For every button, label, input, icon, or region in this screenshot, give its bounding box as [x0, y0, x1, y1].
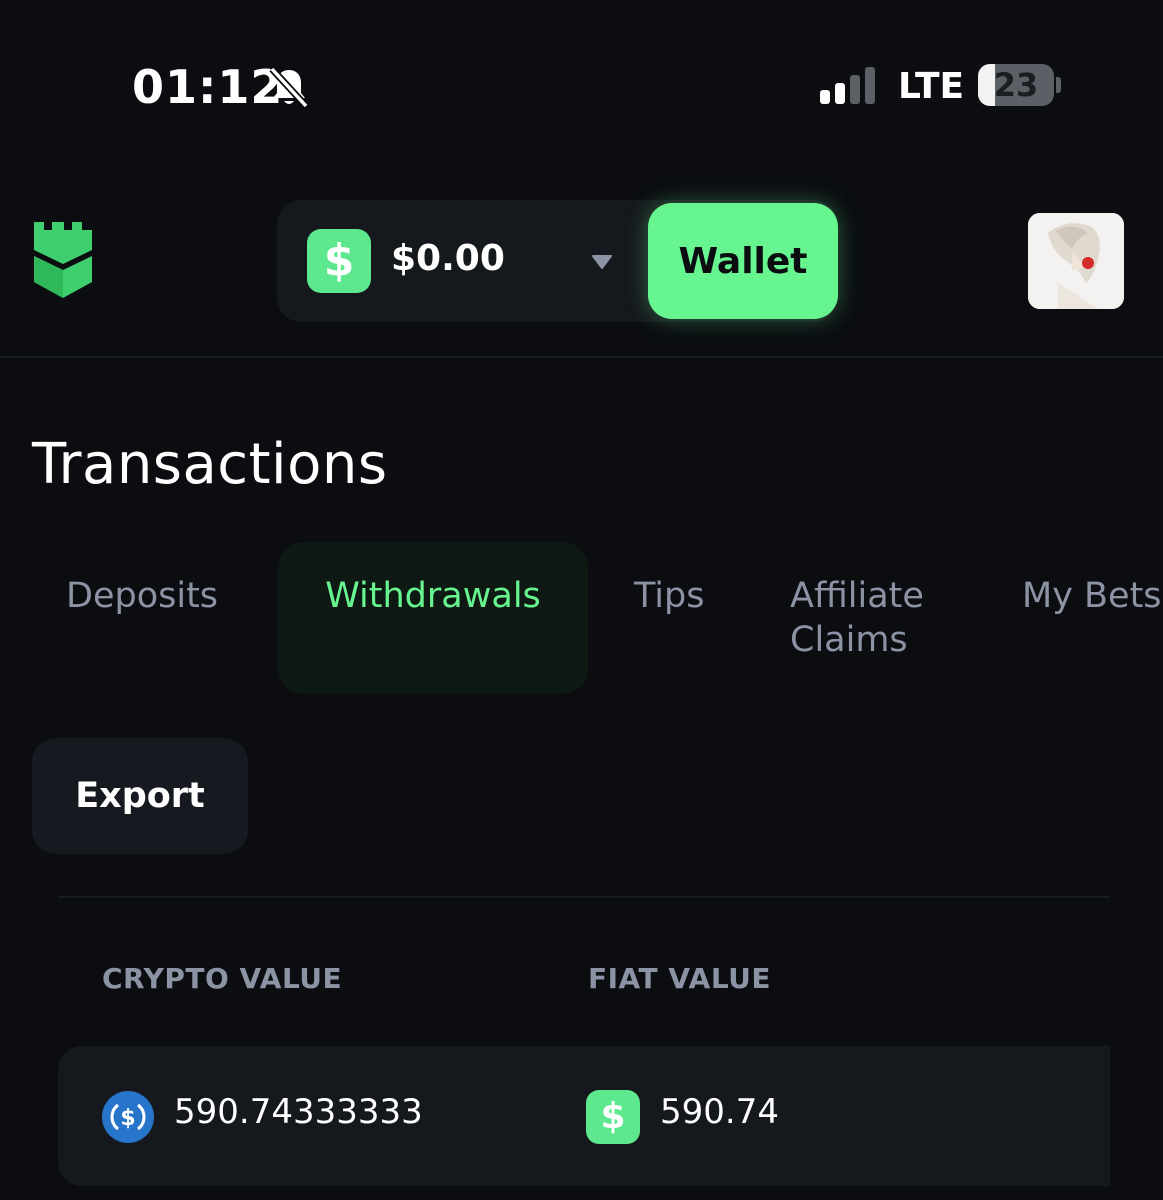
page-title: Transactions — [32, 432, 388, 497]
column-header-crypto-value: CRYPTO VALUE — [102, 962, 343, 995]
dollar-icon: $ — [586, 1090, 640, 1144]
wallet-button[interactable]: Wallet — [648, 203, 838, 319]
caret-down-icon[interactable] — [591, 254, 613, 270]
tab-affiliate-claims[interactable]: Affiliate Claims — [790, 542, 990, 694]
tab-tips[interactable]: Tips — [634, 542, 754, 694]
status-time: 01:12 — [132, 60, 284, 114]
export-button[interactable]: Export — [32, 738, 248, 854]
status-bar: 01:12 LTE 23 — [0, 0, 1163, 170]
balance-amount: $0.00 — [391, 238, 505, 279]
bell-slash-icon — [269, 66, 309, 109]
crypto-value: 590.74333333 — [174, 1092, 423, 1132]
avatar-image — [1028, 213, 1124, 309]
svg-text:$: $ — [120, 1106, 135, 1131]
transaction-tabs: Deposits Withdrawals Tips Affiliate Clai… — [0, 542, 1163, 696]
tab-withdrawals[interactable]: Withdrawals — [278, 542, 588, 694]
castle-logo-icon[interactable] — [30, 220, 96, 300]
dollar-icon: $ — [307, 229, 371, 293]
tab-my-bets[interactable]: My Bets — [1022, 542, 1163, 694]
usdc-coin-icon: $ — [102, 1091, 154, 1143]
app-header: $ $0.00 — [0, 190, 1163, 358]
network-type: LTE — [898, 66, 965, 107]
battery-level: 23 — [993, 66, 1039, 104]
tab-deposits[interactable]: Deposits — [66, 542, 256, 694]
cellular-signal-icon — [820, 67, 875, 104]
divider — [58, 896, 1110, 898]
battery-icon: 23 — [978, 64, 1054, 106]
battery-nub — [1056, 77, 1061, 93]
table-row[interactable]: $ 590.74333333 $ 590.74 — [58, 1046, 1110, 1186]
fiat-value: 590.74 — [660, 1092, 779, 1132]
avatar[interactable] — [1028, 213, 1124, 309]
transactions-screen: 01:12 LTE 23 $ $0.00 Wallet Transactions… — [0, 0, 1163, 1200]
column-header-fiat-value: FIAT VALUE — [588, 962, 772, 995]
